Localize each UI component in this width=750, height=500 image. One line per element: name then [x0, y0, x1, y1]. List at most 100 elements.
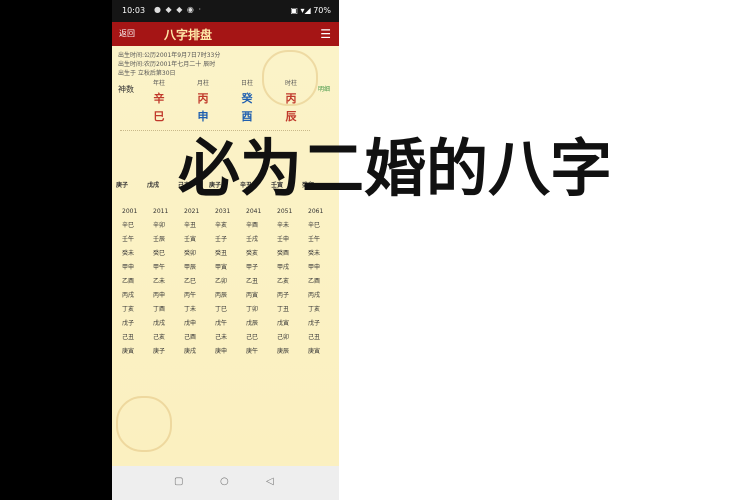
liunian-cell: 丁亥 — [308, 306, 321, 313]
liunian-cell: 辛未 — [277, 222, 290, 229]
detail-tag[interactable]: 明细 — [318, 84, 330, 93]
status-bar: 10:03 ● ◆ ◆ ◉ · ▣ ▾◢ 70% — [112, 0, 339, 22]
liunian-cell: 甲午 — [153, 264, 166, 271]
liunian-cell: 甲辰 — [184, 264, 197, 271]
liunian-cell: 丁卯 — [246, 306, 259, 313]
year-cell: 2001 — [122, 208, 138, 215]
liunian-cell: 癸丑 — [215, 250, 228, 257]
pillar-branch: 巳 — [153, 110, 165, 123]
liunian-cell: 丙午 — [184, 292, 197, 299]
liunian-cell: 戊寅 — [277, 320, 290, 327]
liunian-cell: 癸巳 — [153, 250, 166, 257]
dragon-decoration — [116, 396, 172, 452]
liunian-cell: 壬申 — [277, 236, 290, 243]
liunian-cell: 壬子 — [215, 236, 228, 243]
liunian-cell: 甲子 — [246, 264, 259, 271]
info-line-1: 出生时间:公历2001年9月7日7时33分 — [118, 52, 221, 59]
info-line-3: 出生于 立秋后第30日 — [118, 70, 176, 77]
liunian-cell: 丙申 — [153, 292, 166, 299]
pillar-row-label: 神数 — [118, 85, 134, 94]
liunian-cell: 戊申 — [184, 320, 197, 327]
liunian-cell: 癸未 — [308, 250, 321, 257]
liunian-cell: 戊戌 — [153, 320, 166, 327]
liunian-cell: 壬寅 — [184, 236, 197, 243]
liunian-cell: 乙巳 — [184, 278, 197, 285]
liunian-cell: 戊辰 — [246, 320, 259, 327]
status-battery: ▣ ▾◢ 70% — [290, 6, 331, 15]
liunian-cell: 戊午 — [215, 320, 228, 327]
year-cell: 2051 — [277, 208, 293, 215]
menu-icon[interactable]: ☰ — [320, 27, 331, 41]
liunian-cell: 己卯 — [277, 334, 290, 341]
year-cell: 2021 — [184, 208, 200, 215]
headline-title: 必为二婚的八字 — [178, 132, 613, 205]
liunian-cell: 丁亥 — [122, 306, 135, 313]
liunian-cell: 庚戌 — [184, 348, 197, 355]
liunian-cell: 癸未 — [122, 250, 135, 257]
liunian-cell: 庚辰 — [277, 348, 290, 355]
liunian-cell: 己丑 — [122, 334, 135, 341]
liunian-cell: 辛酉 — [246, 222, 259, 229]
liunian-cell: 辛巳 — [308, 222, 321, 229]
year-cell: 2061 — [308, 208, 324, 215]
dayun-cell: 庚子 — [116, 182, 129, 189]
liunian-cell: 己酉 — [184, 334, 197, 341]
app-bar: 返回 八字排盘 ☰ — [112, 22, 339, 46]
pillar-header: 日柱 — [240, 80, 253, 87]
app-title: 八字排盘 — [164, 28, 213, 42]
liunian-cell: 戊子 — [308, 320, 321, 327]
liunian-cell: 乙丑 — [246, 278, 259, 285]
liunian-table: 辛巳 辛卯 辛丑 辛亥 辛酉 辛未 辛巳 壬午 壬辰 壬寅 壬子 壬戌 壬申 壬午 癸未 癸巳 癸卯 癸丑 癸亥 癸酉… — [122, 220, 339, 370]
liunian-cell: 乙酉 — [122, 278, 135, 285]
liunian-cell: 丁未 — [184, 306, 197, 313]
liunian-cell: 丁酉 — [153, 306, 166, 313]
liunian-cell: 丙辰 — [215, 292, 228, 299]
pillar-stem: 丙 — [197, 92, 209, 105]
pillar-header: 年柱 — [152, 80, 165, 87]
liunian-cell: 辛巳 — [122, 222, 135, 229]
liunian-cell: 壬戌 — [246, 236, 259, 243]
liunian-cell: 戊子 — [122, 320, 135, 327]
liunian-cell: 壬辰 — [153, 236, 166, 243]
liunian-cell: 丁丑 — [277, 306, 290, 313]
info-line-2: 出生时间:农历2001年七月二十 辰时 — [118, 61, 216, 68]
liunian-cell: 辛丑 — [184, 222, 197, 229]
dayun-years: 2001 2011 2021 2031 2041 2051 2061 — [122, 208, 339, 218]
liunian-cell: 丙戌 — [308, 292, 321, 299]
liunian-cell: 丙戌 — [122, 292, 135, 299]
home-icon[interactable]: ○ — [220, 476, 229, 487]
bazi-content: 出生时间:公历2001年9月7日7时33分 出生时间:农历2001年七月二十 辰… — [112, 46, 339, 466]
liunian-cell: 己丑 — [308, 334, 321, 341]
liunian-cell: 甲申 — [122, 264, 135, 271]
back-icon[interactable]: ◁ — [266, 476, 274, 487]
liunian-cell: 己巳 — [246, 334, 259, 341]
liunian-cell: 庚寅 — [308, 348, 321, 355]
liunian-cell: 甲寅 — [215, 264, 228, 271]
liunian-cell: 壬午 — [122, 236, 135, 243]
liunian-cell: 癸亥 — [246, 250, 259, 257]
nav-bar: ▢ ○ ◁ — [112, 466, 339, 500]
liunian-cell: 辛卯 — [153, 222, 166, 229]
liunian-cell: 乙未 — [153, 278, 166, 285]
liunian-cell: 己亥 — [153, 334, 166, 341]
year-cell: 2031 — [215, 208, 231, 215]
left-black-bar — [0, 0, 112, 500]
liunian-cell: 丁巳 — [215, 306, 228, 313]
liunian-cell: 甲戌 — [277, 264, 290, 271]
liunian-cell: 庚寅 — [122, 348, 135, 355]
liunian-cell: 壬午 — [308, 236, 321, 243]
liunian-cell: 乙亥 — [277, 278, 290, 285]
dayun-cell: 戊戌 — [147, 182, 160, 189]
pillar-stem: 癸 — [241, 92, 253, 105]
liunian-cell: 癸卯 — [184, 250, 197, 257]
status-icons: ● ◆ ◆ ◉ · — [154, 5, 202, 14]
recents-icon[interactable]: ▢ — [174, 476, 183, 487]
phone-screen: 10:03 ● ◆ ◆ ◉ · ▣ ▾◢ 70% 返回 八字排盘 ☰ 出生时间:… — [112, 0, 339, 500]
pillar-stem: 辛 — [153, 92, 165, 105]
year-cell: 2011 — [153, 208, 169, 215]
liunian-cell: 辛亥 — [215, 222, 228, 229]
liunian-cell: 甲申 — [308, 264, 321, 271]
back-button[interactable]: 返回 — [119, 28, 135, 39]
liunian-cell: 庚午 — [246, 348, 259, 355]
pillar-header: 月柱 — [196, 80, 209, 87]
